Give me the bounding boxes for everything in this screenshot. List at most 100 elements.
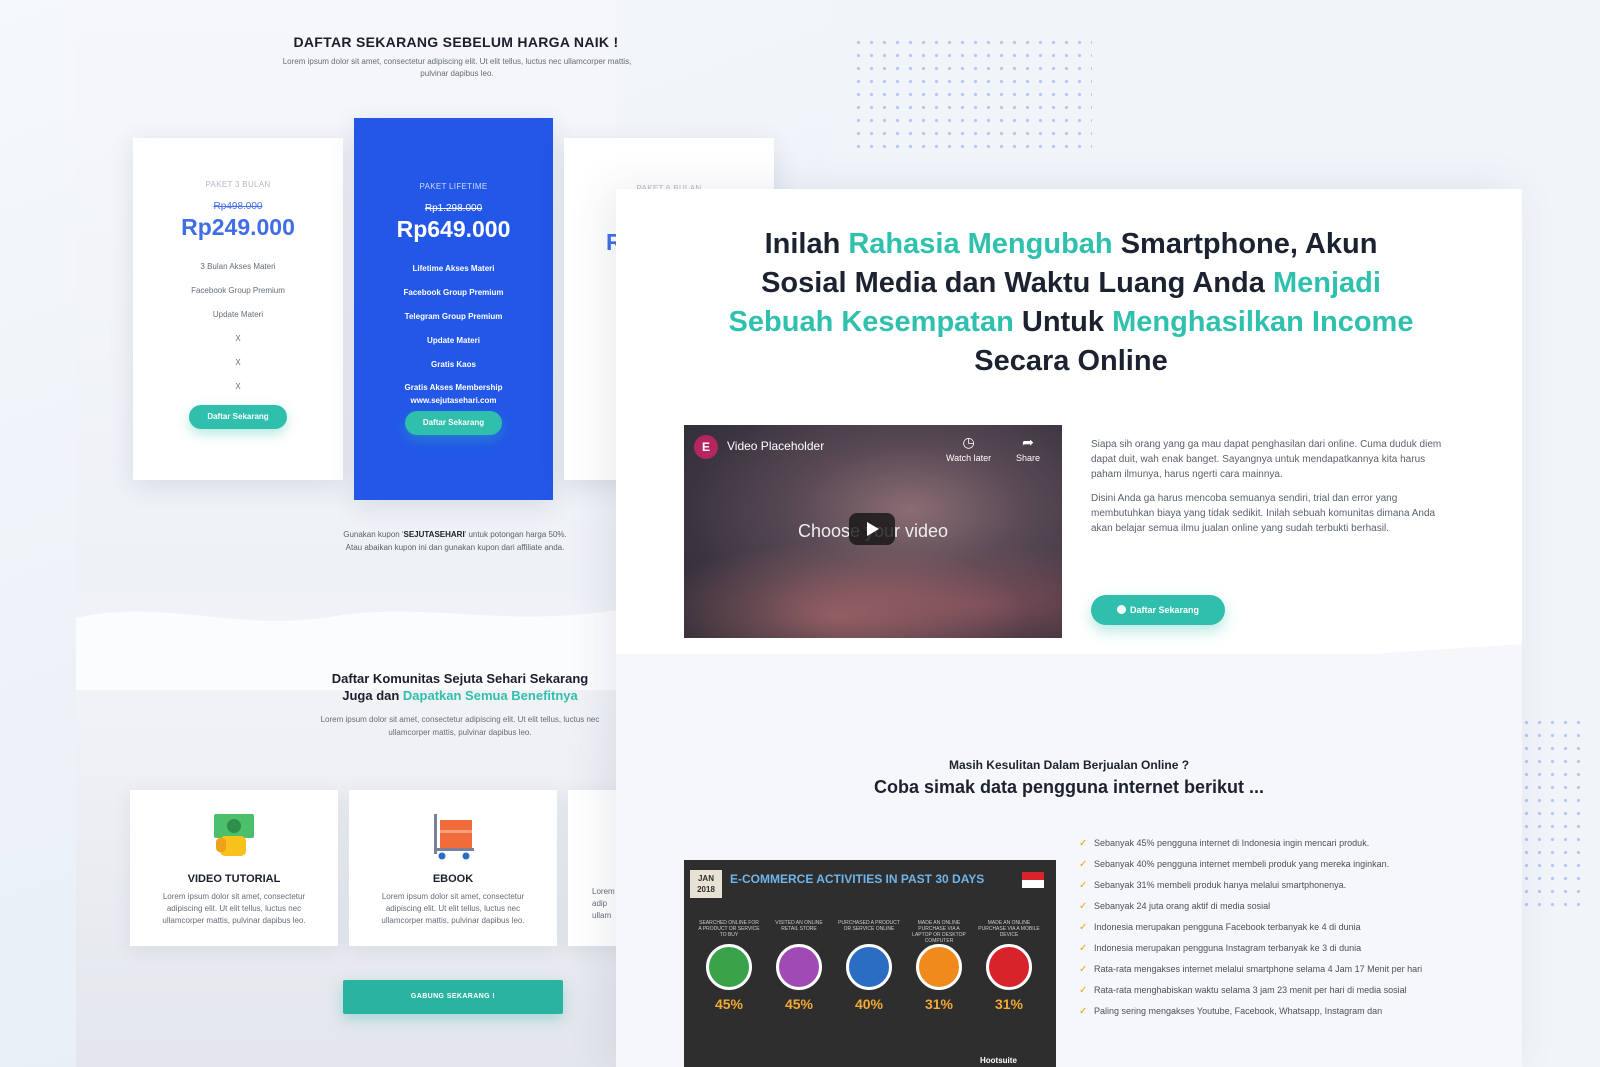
dot-pattern-top — [852, 36, 1092, 154]
feature-item: Facebook Group Premium — [191, 286, 285, 295]
stat-label: MADE AN ONLINE PURCHASE VIA A LAPTOP OR … — [912, 920, 966, 944]
hero-paragraph: Siapa sih orang yang ga mau dapat pengha… — [1091, 439, 1442, 480]
join-now-button[interactable]: GABUNG SEKARANG ! — [343, 980, 563, 1014]
stat-value: 45% — [714, 996, 744, 1012]
feature-item: 3 Bulan Akses Materi — [200, 262, 276, 271]
coupon-prefix: Gunakan kupon ' — [343, 530, 404, 539]
shopping-bag-icon — [846, 944, 892, 990]
feature-item: Gratis Akses Membership www.sejutasehari… — [404, 383, 503, 405]
feature-card-ebook: EBOOK Lorem ipsum dolor sit amet, consec… — [349, 790, 557, 946]
clock-icon: ◷ — [962, 434, 975, 450]
community-title-prefix: Juga dan — [342, 688, 403, 703]
watch-later-label: Watch later — [946, 453, 992, 463]
headline-part: Inilah — [764, 228, 849, 260]
hero-description: Siapa sih orang yang ga mau dapat pengha… — [1091, 437, 1443, 536]
fact-item: Indonesia merupakan pengguna Facebook te… — [1079, 921, 1439, 934]
stat-value: 45% — [784, 996, 814, 1012]
fact-item: Paling sering mengakses Youtube, Faceboo… — [1079, 1005, 1439, 1018]
hero-headline: Inilah Rahasia Mengubah Smartphone, Akun… — [726, 225, 1416, 381]
stat-value: 31% — [924, 996, 954, 1012]
stat-laptop: MADE AN ONLINE PURCHASE VIA A LAPTOP OR … — [908, 920, 970, 1012]
dot-pattern-right — [1520, 716, 1590, 916]
stat-label: MADE AN ONLINE PURCHASE VIA A MOBILE DEV… — [978, 920, 1040, 938]
feature-item: Lifetime Akses Materi — [412, 264, 495, 273]
watch-later-control[interactable]: ◷ Watch later — [946, 434, 991, 463]
register-button[interactable]: Daftar Sekarang — [189, 405, 287, 429]
community-title-highlight: Dapatkan Semua Benefitnya — [402, 688, 578, 703]
stat-visited: VISITED AN ONLINE RETAIL STORE 45% — [768, 920, 830, 1012]
store-icon — [776, 944, 822, 990]
coupon-code: SEJUTASEHARI — [403, 530, 465, 539]
feature-desc: Lorem ipsum dolor sit amet, consectetur … — [381, 892, 525, 925]
fact-item: Sebanyak 45% pengguna internet di Indone… — [1079, 837, 1439, 850]
old-price: Rp1.298.000 — [424, 203, 483, 214]
price: Rp649.000 — [396, 216, 511, 242]
feature-item: X — [235, 334, 241, 343]
hootsuite-logo: Hootsuite — [980, 1056, 1017, 1065]
register-button[interactable]: Daftar Sekarang — [404, 411, 503, 435]
feature-title: VIDEO TUTORIAL — [187, 873, 281, 885]
old-price: Rp498.000 — [213, 201, 263, 212]
video-title: Video Placeholder — [727, 439, 825, 453]
feature-title: EBOOK — [432, 873, 474, 885]
price: Rp249.000 — [181, 214, 295, 240]
hero-register-button[interactable]: Daftar Sekarang — [1091, 595, 1225, 625]
feature-item: Telegram Group Premium — [404, 312, 503, 321]
feature-item: Gratis Kaos — [431, 360, 476, 369]
stat-label: PURCHASED A PRODUCT OR SERVICE ONLINE — [838, 920, 900, 932]
headline-highlight: Rahasia Mengubah — [848, 228, 1113, 260]
right-page-mockup: Inilah Rahasia Mengubah Smartphone, Akun… — [616, 189, 1522, 1067]
share-control[interactable]: ➦ Share — [1016, 434, 1040, 463]
fact-item: Indonesia merupakan pengguna Instagram t… — [1079, 942, 1439, 955]
indonesia-flag-icon — [1022, 872, 1044, 888]
elementor-logo-icon: E — [694, 435, 718, 459]
arrow-circle-icon — [1116, 605, 1126, 614]
feature-item: X — [235, 382, 241, 391]
share-label: Share — [1016, 453, 1041, 463]
globe-icon — [706, 944, 752, 990]
stat-label: SEARCHED ONLINE FOR A PRODUCT OR SERVICE… — [698, 920, 760, 938]
fact-item: Rata-rata menghabiskan waktu selama 3 ja… — [1079, 984, 1439, 997]
community-subtitle: Lorem ipsum dolor sit amet, consectetur … — [320, 715, 600, 737]
ecommerce-infographic: JAN 2018 E-COMMERCE ACTIVITIES IN PAST 30… — [684, 860, 1056, 1067]
share-icon: ➦ — [1022, 434, 1034, 450]
headline-part: Secara Online — [974, 345, 1168, 377]
data-title: Coba simak data pengguna internet beriku… — [873, 777, 1265, 797]
play-button-icon[interactable] — [849, 513, 895, 545]
cart-icon — [434, 814, 474, 860]
feature-item: Update Materi — [427, 336, 480, 345]
slanted-divider — [616, 644, 1522, 714]
pricing-card-3-months: PAKET 3 BULAN Rp498.000 Rp249.000 3 Bula… — [133, 138, 343, 480]
stat-value: 40% — [854, 996, 884, 1012]
feature-list: Lifetime Akses Materi Facebook Group Pre… — [354, 257, 553, 407]
coupon-suffix: ' untuk potongan harga 50%. — [464, 530, 567, 539]
money-icon — [214, 814, 254, 856]
badge-month: JAN — [697, 874, 714, 883]
package-name: PAKET LIFETIME — [419, 182, 488, 191]
badge-year: 2018 — [697, 885, 715, 894]
hero-register-label: Daftar Sekarang — [1129, 605, 1200, 615]
data-question: Masih Kesulitan Dalam Berjualan Online ? — [948, 758, 1190, 772]
stat-mobile: MADE AN ONLINE PURCHASE VIA A MOBILE DEV… — [978, 920, 1040, 1012]
fact-item: Sebanyak 31% membeli produk hanya melalu… — [1079, 879, 1439, 892]
pricing-subtitle: Lorem ipsum dolor sit amet, consectetur … — [282, 57, 632, 78]
feature-desc: Lorem adip ullam — [592, 887, 615, 920]
headline-highlight: Menghasilkan Income — [1112, 306, 1414, 338]
community-title: Daftar Komunitas Sejuta Sehari Sekarang … — [300, 670, 620, 704]
fact-item: Sebanyak 40% pengguna internet membeli p… — [1079, 858, 1439, 871]
fact-item: Rata-rata mengakses internet melalui sma… — [1079, 963, 1439, 976]
laptop-icon — [916, 944, 962, 990]
coupon-note: Gunakan kupon 'SEJUTASEHARI' untuk poton… — [290, 528, 620, 554]
video-player[interactable]: E Video Placeholder ◷ Watch later ➦ Shar… — [684, 425, 1062, 638]
feature-item: Update Materi — [212, 310, 264, 319]
pricing-card-lifetime: PAKET LIFETIME Rp1.298.000 Rp649.000 Lif… — [354, 118, 553, 500]
package-name: PAKET 3 BULAN — [205, 180, 271, 189]
facts-list: Sebanyak 45% pengguna internet di Indone… — [1079, 837, 1439, 1026]
date-badge: JAN 2018 — [690, 870, 722, 898]
community-title-line1: Daftar Komunitas Sejuta Sehari Sekarang — [331, 671, 589, 686]
pricing-title: DAFTAR SEKARANG SEBELUM HARGA NAIK ! — [293, 34, 619, 50]
mobile-icon — [986, 944, 1032, 990]
feature-list: 3 Bulan Akses Materi Facebook Group Prem… — [133, 255, 343, 399]
stat-searched: SEARCHED ONLINE FOR A PRODUCT OR SERVICE… — [698, 920, 760, 1012]
feature-desc: Lorem ipsum dolor sit amet, consectetur … — [162, 892, 306, 925]
